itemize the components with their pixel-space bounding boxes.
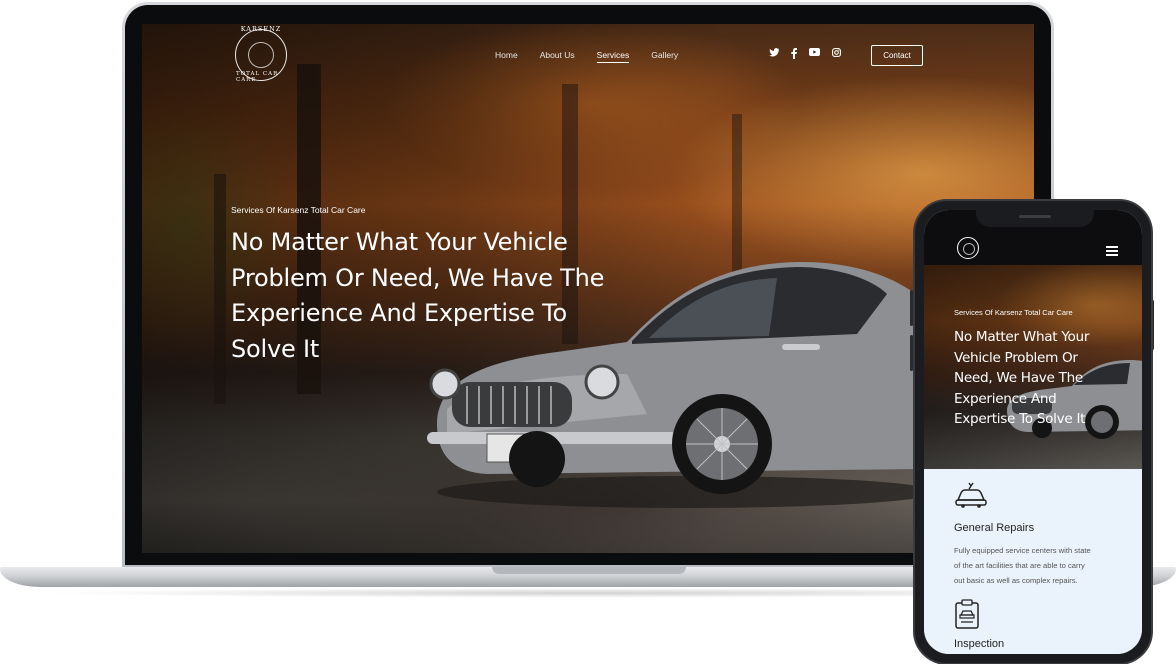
service-description-line: Fully equipped service centers with stat… — [954, 546, 1091, 555]
hero-title-line: Problem Or Need, We Have The — [231, 263, 605, 292]
hero-subtitle: Services Of Karsenz Total Car Care — [231, 205, 366, 215]
clipboard-car-icon — [955, 599, 979, 629]
karsenz-logo[interactable]: KARSENZ TOTAL CAR CARE — [235, 25, 287, 83]
device-mockup: KARSENZ TOTAL CAR CARE Home About Us Ser… — [0, 0, 1176, 664]
nav-link-gallery[interactable]: Gallery — [651, 50, 678, 63]
horse-emblem-icon — [248, 42, 274, 68]
karsenz-logo[interactable] — [957, 237, 979, 259]
site-navbar: KARSENZ TOTAL CAR CARE Home About Us Ser… — [142, 24, 1034, 84]
nav-link-services[interactable]: Services — [596, 50, 630, 63]
instagram-icon[interactable] — [832, 48, 841, 62]
nav-link-about-us[interactable]: About Us — [540, 50, 575, 63]
phone-hero-title-line: Vehicle Problem Or — [954, 349, 1078, 366]
services-section: General Repairs Fully equipped service c… — [924, 469, 1142, 654]
phone-hero-subtitle: Services Of Karsenz Total Car Care — [954, 308, 1073, 317]
tree-trunk — [214, 174, 226, 404]
service-description-line: of the art facilities that are able to c… — [954, 561, 1085, 570]
laptop-opening-notch — [492, 567, 686, 574]
phone-hero-title-line: Expertise To Solve It — [954, 411, 1086, 428]
service-description-line: out basic as well as complex repairs. — [954, 576, 1078, 585]
youtube-icon[interactable] — [809, 48, 820, 62]
hero-title-line: Solve It — [231, 334, 320, 363]
hamburger-menu-icon[interactable] — [1106, 246, 1118, 258]
phone-hero-title-line: Need, We Have The — [954, 370, 1083, 387]
phone-hero: Services Of Karsenz Total Car Care No Ma… — [924, 265, 1142, 469]
social-links — [769, 48, 841, 62]
car-wrench-icon — [955, 482, 987, 508]
contact-button[interactable]: Contact — [871, 45, 923, 66]
phone-screen: Services Of Karsenz Total Car Care No Ma… — [924, 210, 1142, 654]
main-menu: Home About Us Services Gallery — [495, 50, 678, 63]
phone-hero-title: No Matter What Your Vehicle Problem Or N… — [954, 327, 1134, 430]
service-description: Fully equipped service centers with stat… — [954, 543, 1124, 588]
hero-title-line: No Matter What Your Vehicle — [231, 228, 568, 256]
hero-title: No Matter What Your Vehicle Problem Or N… — [231, 225, 631, 367]
facebook-icon[interactable] — [791, 48, 797, 62]
phone: Services Of Karsenz Total Car Care No Ma… — [913, 199, 1153, 664]
logo-text-top: KARSENZ — [240, 25, 282, 33]
phone-hero-title-line: Experience And — [954, 390, 1057, 407]
twitter-icon[interactable] — [769, 48, 779, 62]
phone-speaker — [1019, 215, 1051, 218]
phone-hero-title-line: No Matter What Your — [954, 329, 1090, 345]
laptop-screen: KARSENZ TOTAL CAR CARE Home About Us Ser… — [142, 24, 1034, 553]
logo-text-bottom: TOTAL CAR CARE — [236, 71, 279, 83]
service-title-general-repairs: General Repairs — [954, 522, 1035, 534]
nav-link-home[interactable]: Home — [495, 50, 518, 63]
service-title-inspection: Inspection — [954, 638, 1005, 650]
phone-notch — [976, 210, 1094, 227]
hero-title-line: Experience And Expertise To — [231, 299, 568, 327]
